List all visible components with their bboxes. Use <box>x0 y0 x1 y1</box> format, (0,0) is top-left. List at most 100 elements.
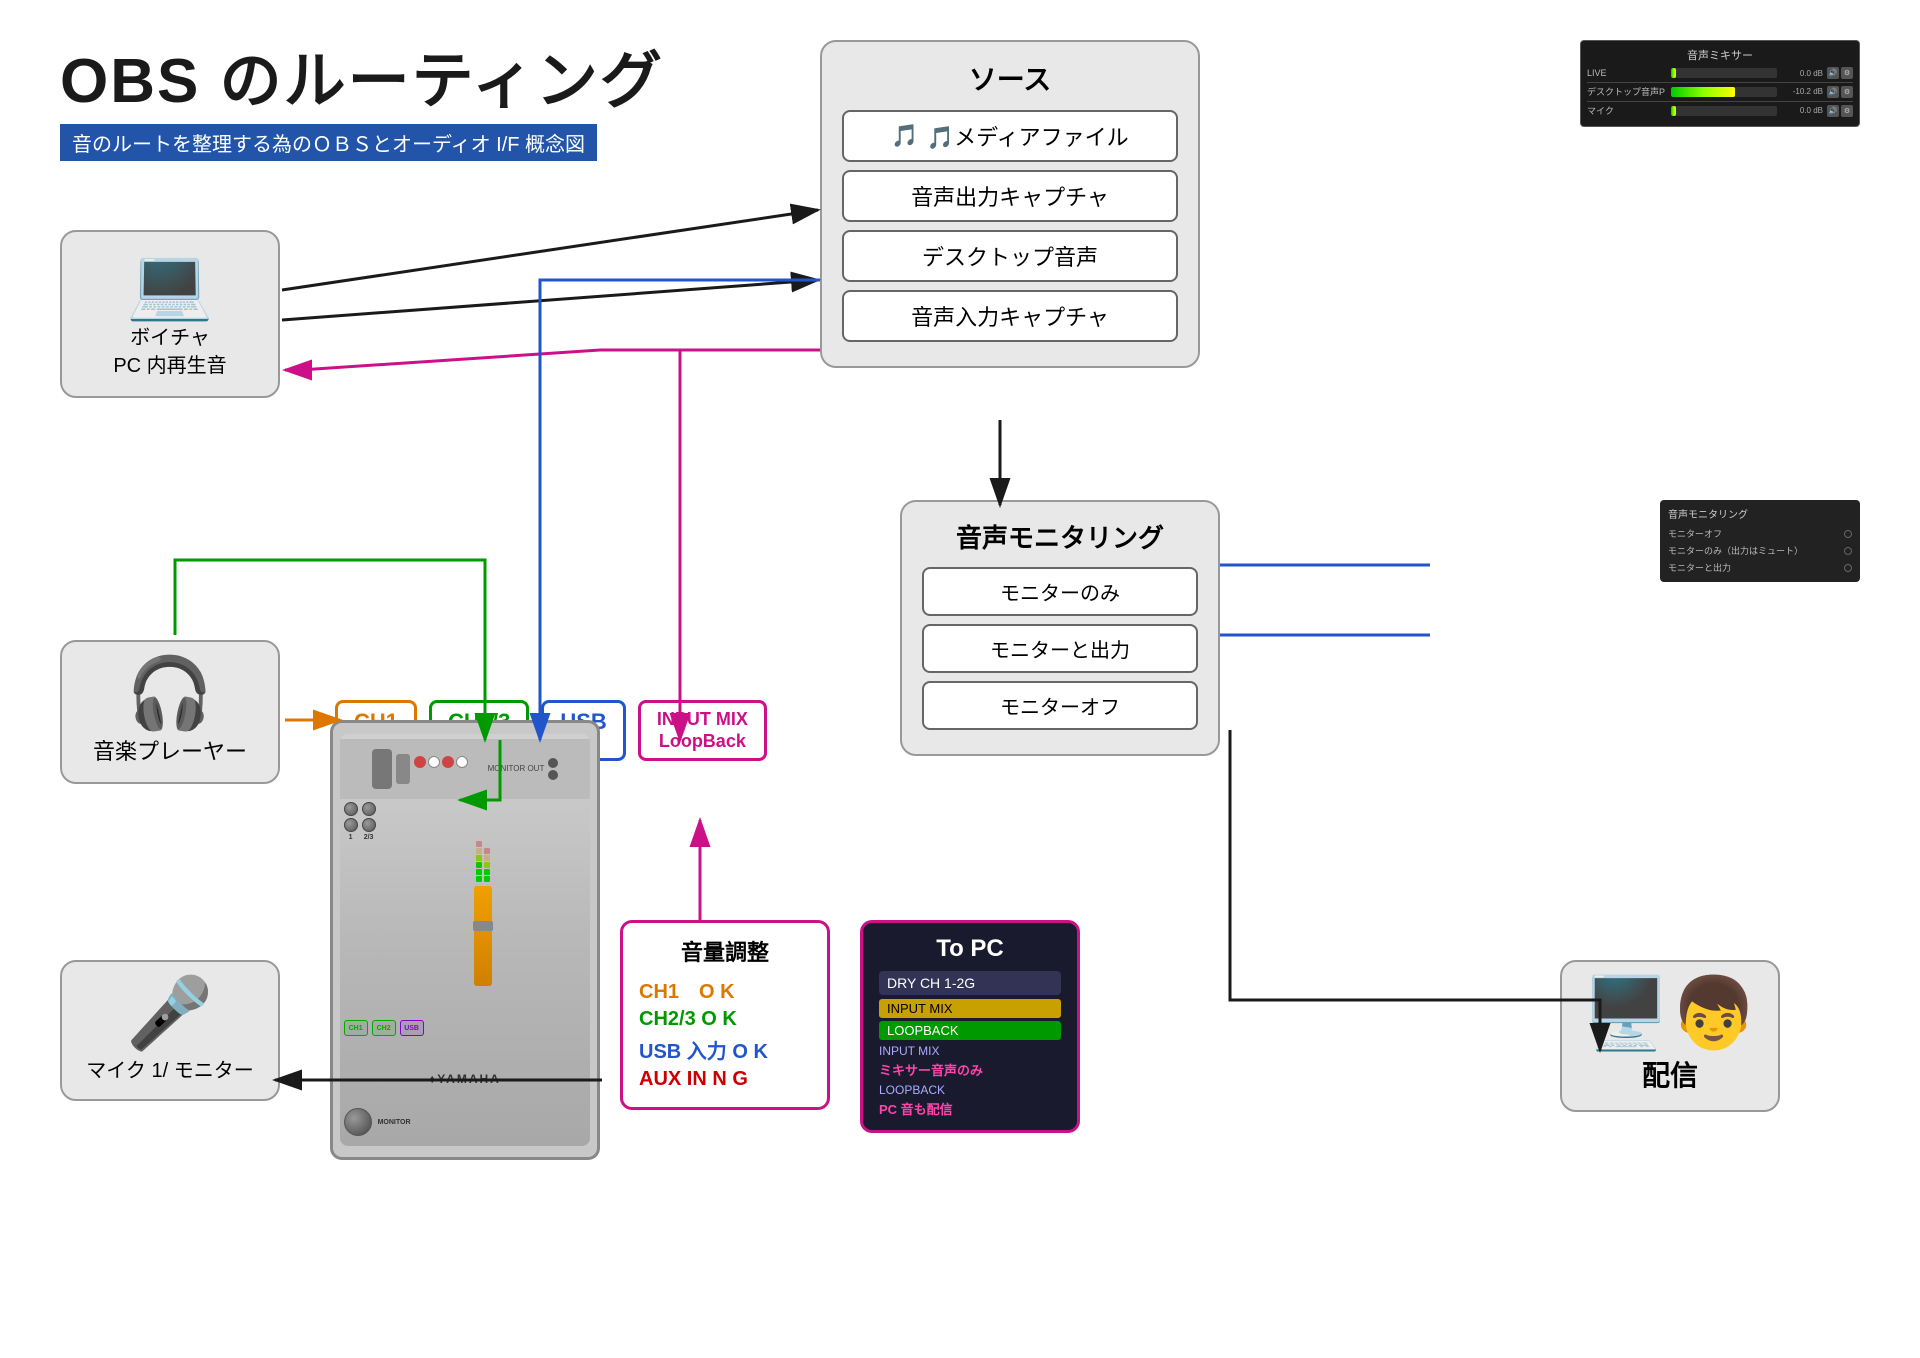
obs-mon-row-only: モニターのみ（出力はミュート） <box>1668 542 1852 559</box>
rca-white <box>428 756 440 768</box>
arrow-desktop-to-usb <box>540 280 820 740</box>
monitor-out-label: MONITOR OUT <box>488 764 545 773</box>
arrow-voice-to-audio-output <box>282 210 818 290</box>
fader-knob <box>473 921 493 931</box>
rca-red <box>414 756 426 768</box>
radio-dot-and-output <box>1844 564 1852 572</box>
volume-icon-3[interactable]: 🔊 <box>1827 105 1839 117</box>
gear-icon-2[interactable]: ⚙ <box>1841 86 1853 98</box>
eq-knob-ch23 <box>362 818 376 832</box>
obs-mixer-icons-mic: 🔊 ⚙ <box>1827 105 1853 117</box>
main-title: OBS のルーティング <box>60 30 664 120</box>
ch-green-box-2: CH2 <box>372 1020 396 1036</box>
xlr-connector <box>372 749 392 789</box>
yamaha-logo: ♦YAMAHA <box>429 1072 501 1086</box>
topc-loopback-note-title: LOOPBACK <box>879 1083 1061 1097</box>
obs-mixer-icons-live: 🔊 ⚙ <box>1827 67 1853 79</box>
obs-mixer-bar-mic-fill <box>1671 106 1676 116</box>
ch-purple-box: USB <box>400 1020 424 1036</box>
media-icon: 🎵 <box>891 123 918 149</box>
rca-red2 <box>442 756 454 768</box>
divider <box>1587 82 1853 83</box>
control-section: 1 2/3 <box>344 802 587 986</box>
obs-mixer-row-desktop: デスクトップ音声P -10.2 dB 🔊 ⚙ <box>1587 85 1853 98</box>
monitoring-item-off: モニターオフ <box>922 681 1198 730</box>
obs-mixer-bar-live <box>1671 68 1777 78</box>
arrow-audio-input-to-voice-pc <box>285 350 820 370</box>
volume-box-title: 音量調整 <box>639 935 811 967</box>
source-item-audio-input: 音声入力キャプチャ <box>842 290 1178 342</box>
delivery-box: 🖥️👦 配信 <box>1560 960 1780 1112</box>
obs-mixer-val-mic: 0.0 dB <box>1781 106 1823 115</box>
topc-loopback-note: PC 音も配信 <box>879 1099 1061 1118</box>
music-player-icon: 🎧 <box>78 658 262 728</box>
master-fader <box>474 886 492 986</box>
mic-icon: 🎤 <box>78 978 262 1048</box>
volume-icon[interactable]: 🔊 <box>1827 67 1839 79</box>
inputmix-label: INPUT MIXLoopBack <box>638 700 767 761</box>
headphone-jack-2 <box>548 770 558 780</box>
obs-monitoring-title: 音声モニタリング <box>1668 506 1852 521</box>
obs-mixer-val-desktop: -10.2 dB <box>1781 87 1823 96</box>
obs-mixer-row-live: LIVE 0.0 dB 🔊 ⚙ <box>1587 67 1853 79</box>
jack-connector <box>396 754 410 784</box>
obs-mixer-bar-desktop-fill <box>1671 87 1735 97</box>
obs-mixer-val-live: 0.0 dB <box>1781 69 1823 78</box>
ch-green-box: CH1 <box>344 1020 368 1036</box>
ch1-strip: 1 <box>344 802 358 986</box>
obs-mixer-row-mic: マイク 0.0 dB 🔊 ⚙ <box>1587 104 1853 117</box>
radio-dot-off <box>1844 530 1852 538</box>
volume-icon-2[interactable]: 🔊 <box>1827 86 1839 98</box>
radio-dot-only <box>1844 547 1852 555</box>
topc-loopback-label: LOOPBACK <box>879 1021 1061 1040</box>
source-item-desktop: デスクトップ音声 <box>842 230 1178 282</box>
led-green-r2 <box>484 869 490 875</box>
headphone-jacks <box>548 758 558 780</box>
monitor-label: MONITOR <box>378 1119 411 1126</box>
monitoring-item-and-output: モニターと出力 <box>922 624 1198 673</box>
arrow-monitoring-to-delivery <box>1230 730 1600 1050</box>
divider-2 <box>1587 101 1853 102</box>
topc-box: To PC DRY CH 1-2G INPUT MIX LOOPBACK INP… <box>860 920 1080 1133</box>
led-green-r1 <box>484 876 490 882</box>
obs-mon-row-and-output: モニターと出力 <box>1668 559 1852 576</box>
obs-monitoring-thumbnail: 音声モニタリング モニターオフ モニターのみ（出力はミュート） モニターと出力 <box>1660 500 1860 582</box>
source-item-audio-input-label: 音声入力キャプチャ <box>911 300 1109 332</box>
rca-connectors <box>414 756 484 781</box>
monitoring-item-only: モニターのみ <box>922 567 1198 616</box>
obs-mixer-label-live: LIVE <box>1587 68 1667 78</box>
source-box: ソース 🎵 🎵メディアファイル 音声出力キャプチャ デスクトップ音声 音声入力キ… <box>820 40 1200 368</box>
voice-pc-label: ボイチャ PC 内再生音 <box>78 324 262 380</box>
obs-mixer-label-mic: マイク <box>1587 104 1667 117</box>
topc-title: To PC <box>879 935 1061 963</box>
music-player-box: 🎧 音楽プレーヤー <box>60 640 280 784</box>
sub-title: 音のルートを整理する為のＯＢＳとオーディオ I/F 概念図 <box>60 124 597 161</box>
led-yellow-r1 <box>484 862 490 868</box>
obs-mon-row-off: モニターオフ <box>1668 525 1852 542</box>
laptop-icon: 💻 <box>78 248 262 318</box>
gain-knob-ch1 <box>344 802 358 816</box>
volume-row-ch2: CH2/3 O K <box>639 1008 811 1031</box>
bottom-controls: MONITOR <box>344 1108 587 1136</box>
gear-icon-3[interactable]: ⚙ <box>1841 105 1853 117</box>
led-right <box>484 848 490 882</box>
led-green-3 <box>476 862 482 868</box>
mic-box: 🎤 マイク 1/ モニター <box>60 960 280 1101</box>
led-meters <box>476 802 490 882</box>
source-item-audio-output-label: 音声出力キャプチャ <box>911 180 1109 212</box>
ch1-strip-label: 1 <box>349 834 353 841</box>
arrow-inputcap-to-inputmix <box>680 350 820 740</box>
volume-row-ch1: CH1 O K <box>639 975 811 1004</box>
gear-icon[interactable]: ⚙ <box>1841 67 1853 79</box>
meter-fader-area <box>380 802 587 986</box>
led-orange-r1 <box>484 855 490 861</box>
topc-input-mix-label: INPUT MIX <box>879 999 1061 1018</box>
volume-row-usb: USB 入力 O K <box>639 1035 811 1064</box>
obs-mixer-bar-mic <box>1671 106 1777 116</box>
led-green-2 <box>476 869 482 875</box>
ch-colored-labels: CH1 CH2 USB <box>344 1020 424 1036</box>
source-item-media: 🎵 🎵メディアファイル <box>842 110 1178 162</box>
mixer-device: MONITOR OUT 1 2/3 <box>330 720 600 1160</box>
led-left <box>476 841 482 882</box>
gain-knob-ch23 <box>362 802 376 816</box>
